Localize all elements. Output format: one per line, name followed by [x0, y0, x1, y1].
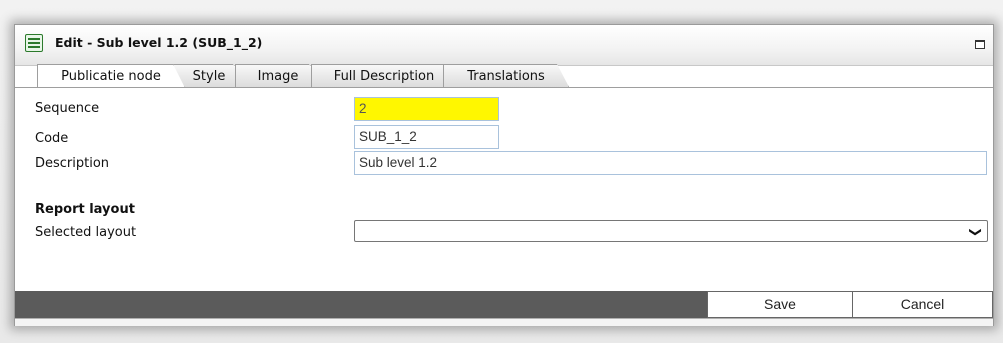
tab-label: Full Description: [333, 69, 435, 84]
edit-dialog: Edit - Sub level 1.2 (SUB_1_2) Style Ima…: [14, 24, 994, 326]
tab-translations[interactable]: Translations: [443, 64, 569, 87]
maximize-icon[interactable]: [975, 40, 985, 49]
tab-publicatie-node[interactable]: Publicatie node: [37, 64, 185, 88]
tab-full-description[interactable]: Full Description: [311, 64, 457, 87]
description-input[interactable]: Sub level 1.2: [354, 151, 987, 175]
dialog-footer: Save Cancel: [15, 291, 993, 318]
sequence-label: Sequence: [35, 101, 100, 116]
dialog-title: Edit - Sub level 1.2 (SUB_1_2): [55, 35, 263, 50]
form-icon: [25, 34, 43, 52]
dialog-titlebar[interactable]: Edit - Sub level 1.2 (SUB_1_2): [15, 25, 993, 66]
code-label: Code: [35, 131, 69, 146]
description-label: Description: [35, 156, 110, 171]
sequence-input[interactable]: 2: [354, 97, 499, 121]
code-input[interactable]: SUB_1_2: [354, 125, 499, 149]
tab-label: Image: [257, 69, 299, 84]
tab-label: Publicatie node: [61, 69, 161, 84]
selected-layout-select[interactable]: ❯: [354, 220, 988, 242]
save-button[interactable]: Save: [707, 291, 853, 318]
report-layout-heading: Report layout: [35, 202, 135, 217]
chevron-down-icon: ❯: [968, 226, 983, 238]
tab-divider: [15, 87, 993, 88]
selected-layout-label: Selected layout: [35, 225, 137, 240]
dialog-bottom-border: [15, 318, 993, 326]
cancel-button[interactable]: Cancel: [852, 291, 993, 318]
tab-label: Style: [192, 69, 226, 84]
tab-label: Translations: [467, 69, 545, 84]
tab-image[interactable]: Image: [235, 64, 321, 87]
tab-style[interactable]: Style: [173, 64, 245, 87]
